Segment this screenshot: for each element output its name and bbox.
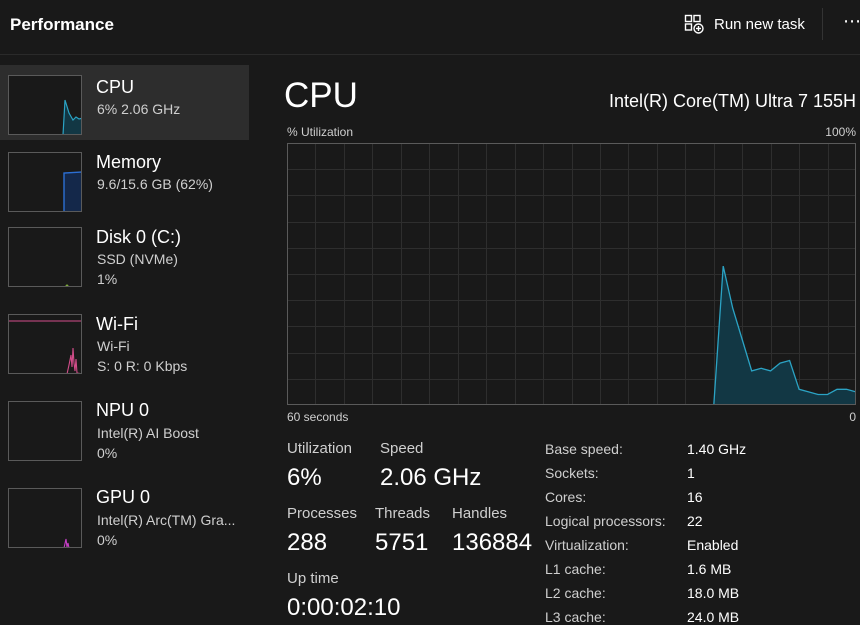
sidebar-item-label: Disk 0 (C:) bbox=[96, 227, 181, 247]
handles-label: Handles bbox=[452, 505, 508, 522]
run-new-task-button[interactable]: Run new task bbox=[684, 12, 805, 36]
spec-value: 1.6 MB bbox=[687, 561, 732, 577]
threads-value: 5751 bbox=[375, 529, 429, 556]
y-axis-max-label: 100% bbox=[825, 125, 856, 139]
utilization-value: 6% bbox=[287, 464, 322, 491]
spec-value: 18.0 MB bbox=[687, 585, 740, 601]
spec-value: 16 bbox=[687, 489, 703, 505]
sidebar-item-detail-2: 0% bbox=[97, 532, 118, 548]
spec-label: Sockets: bbox=[545, 465, 599, 481]
handles-value: 136884 bbox=[452, 529, 533, 556]
cpu-detail-panel: CPU Intel(R) Core(TM) Ultra 7 155H % Uti… bbox=[250, 55, 860, 625]
spec-value: 1 bbox=[687, 465, 695, 481]
sidebar: CPU 6% 2.06 GHz Memory 9.6/15.6 GB (62%)… bbox=[0, 55, 250, 616]
spec-label: Virtualization: bbox=[545, 537, 629, 553]
run-task-icon bbox=[684, 14, 704, 34]
sidebar-item-label: GPU 0 bbox=[96, 487, 151, 507]
spec-label: L1 cache: bbox=[545, 561, 606, 577]
sidebar-item-npu[interactable]: NPU 0 Intel(R) AI Boost 0% bbox=[0, 388, 249, 463]
uptime-value: 0:00:02:10 bbox=[287, 594, 401, 621]
panel-title: CPU bbox=[284, 76, 358, 115]
spec-label: Base speed: bbox=[545, 441, 623, 457]
spec-value: 24.0 MB bbox=[687, 609, 740, 625]
sidebar-item-detail: 9.6/15.6 GB (62%) bbox=[97, 176, 213, 192]
graph-grid bbox=[287, 143, 856, 405]
sidebar-item-detail-2: S: 0 R: 0 Kbps bbox=[97, 358, 188, 374]
more-options-icon[interactable]: ⋯ bbox=[843, 11, 860, 31]
processes-label: Processes bbox=[287, 505, 358, 522]
cpu-utilization-graph bbox=[287, 143, 856, 405]
threads-label: Threads bbox=[375, 505, 431, 522]
spec-label: L3 cache: bbox=[545, 609, 606, 625]
uptime-label: Up time bbox=[287, 570, 339, 587]
y-axis-label: % Utilization bbox=[287, 125, 354, 139]
spec-label: Cores: bbox=[545, 489, 587, 505]
sidebar-item-cpu[interactable]: CPU 6% 2.06 GHz bbox=[0, 65, 249, 140]
cpu-thumbnail-graph bbox=[8, 75, 82, 135]
sidebar-item-detail: SSD (NVMe) bbox=[97, 251, 178, 267]
sidebar-item-detail-2: 1% bbox=[97, 271, 118, 287]
spec-value: Enabled bbox=[687, 537, 739, 553]
page-title: Performance bbox=[10, 15, 114, 34]
run-task-label: Run new task bbox=[714, 15, 805, 33]
sidebar-item-detail: Intel(R) AI Boost bbox=[97, 425, 199, 441]
sidebar-item-disk[interactable]: Disk 0 (C:) SSD (NVMe) 1% bbox=[0, 215, 249, 290]
speed-label: Speed bbox=[380, 440, 424, 457]
processes-value: 288 bbox=[287, 529, 328, 556]
gpu-thumbnail-graph bbox=[8, 488, 82, 548]
sidebar-item-label: NPU 0 bbox=[96, 400, 150, 420]
spec-value: 1.40 GHz bbox=[687, 441, 747, 457]
spec-label: L2 cache: bbox=[545, 585, 606, 601]
sidebar-item-label: Wi-Fi bbox=[96, 314, 138, 334]
sidebar-item-detail: 6% 2.06 GHz bbox=[97, 101, 181, 117]
sidebar-item-gpu[interactable]: GPU 0 Intel(R) Arc(TM) Gra... 0% bbox=[0, 475, 249, 550]
sidebar-item-detail-2: 0% bbox=[97, 445, 118, 461]
speed-value: 2.06 GHz bbox=[380, 464, 482, 491]
x-axis-right-label: 0 bbox=[849, 410, 856, 424]
sidebar-item-detail: Intel(R) Arc(TM) Gra... bbox=[97, 512, 236, 528]
sidebar-item-wifi[interactable]: Wi-Fi Wi-Fi S: 0 R: 0 Kbps bbox=[0, 300, 249, 375]
spec-label: Logical processors: bbox=[545, 513, 666, 529]
header-divider bbox=[822, 8, 823, 40]
npu-thumbnail-graph bbox=[8, 401, 82, 461]
header-bar: Performance Run new task ⋯ bbox=[0, 0, 860, 55]
sidebar-item-label: CPU bbox=[96, 77, 135, 97]
sidebar-item-detail: Wi-Fi bbox=[97, 338, 130, 354]
sidebar-item-label: Memory bbox=[96, 152, 162, 172]
x-axis-left-label: 60 seconds bbox=[287, 410, 349, 424]
memory-thumbnail-graph bbox=[8, 152, 82, 212]
utilization-label: Utilization bbox=[287, 440, 353, 457]
cpu-model-name: Intel(R) Core(TM) Ultra 7 155H bbox=[608, 91, 856, 111]
wifi-thumbnail-graph bbox=[8, 314, 82, 374]
sidebar-item-memory[interactable]: Memory 9.6/15.6 GB (62%) bbox=[0, 140, 249, 215]
disk-thumbnail-graph bbox=[8, 227, 82, 287]
spec-value: 22 bbox=[687, 513, 703, 529]
